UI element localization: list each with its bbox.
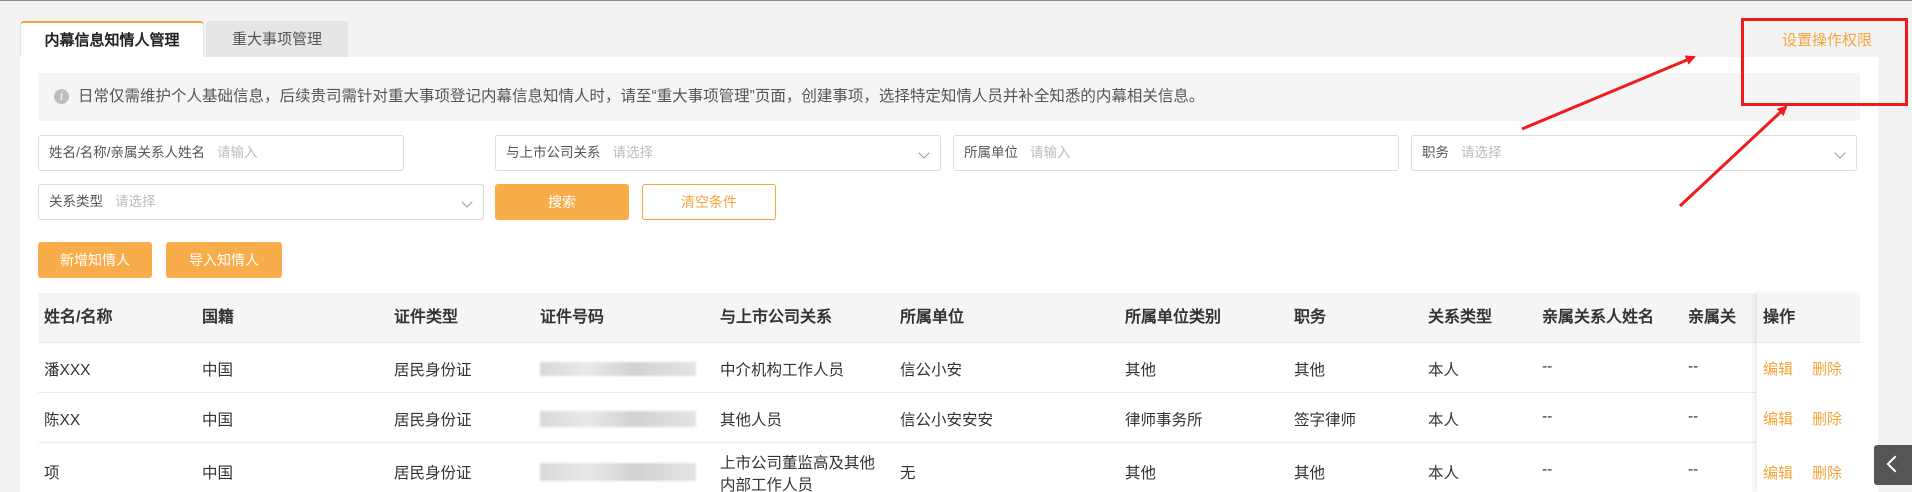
annotation-arrows xyxy=(1521,55,1788,208)
annotation-arrow xyxy=(1678,105,1788,208)
page: 内幕信息知情人管理 重大事项管理 设置操作权限 i 日常仅需维护个人基础信息，后续… xyxy=(0,0,1912,492)
chevron-left-icon xyxy=(1886,455,1904,473)
annotation-arrow xyxy=(1521,55,1696,131)
collapse-panel-button[interactable] xyxy=(1874,445,1912,485)
